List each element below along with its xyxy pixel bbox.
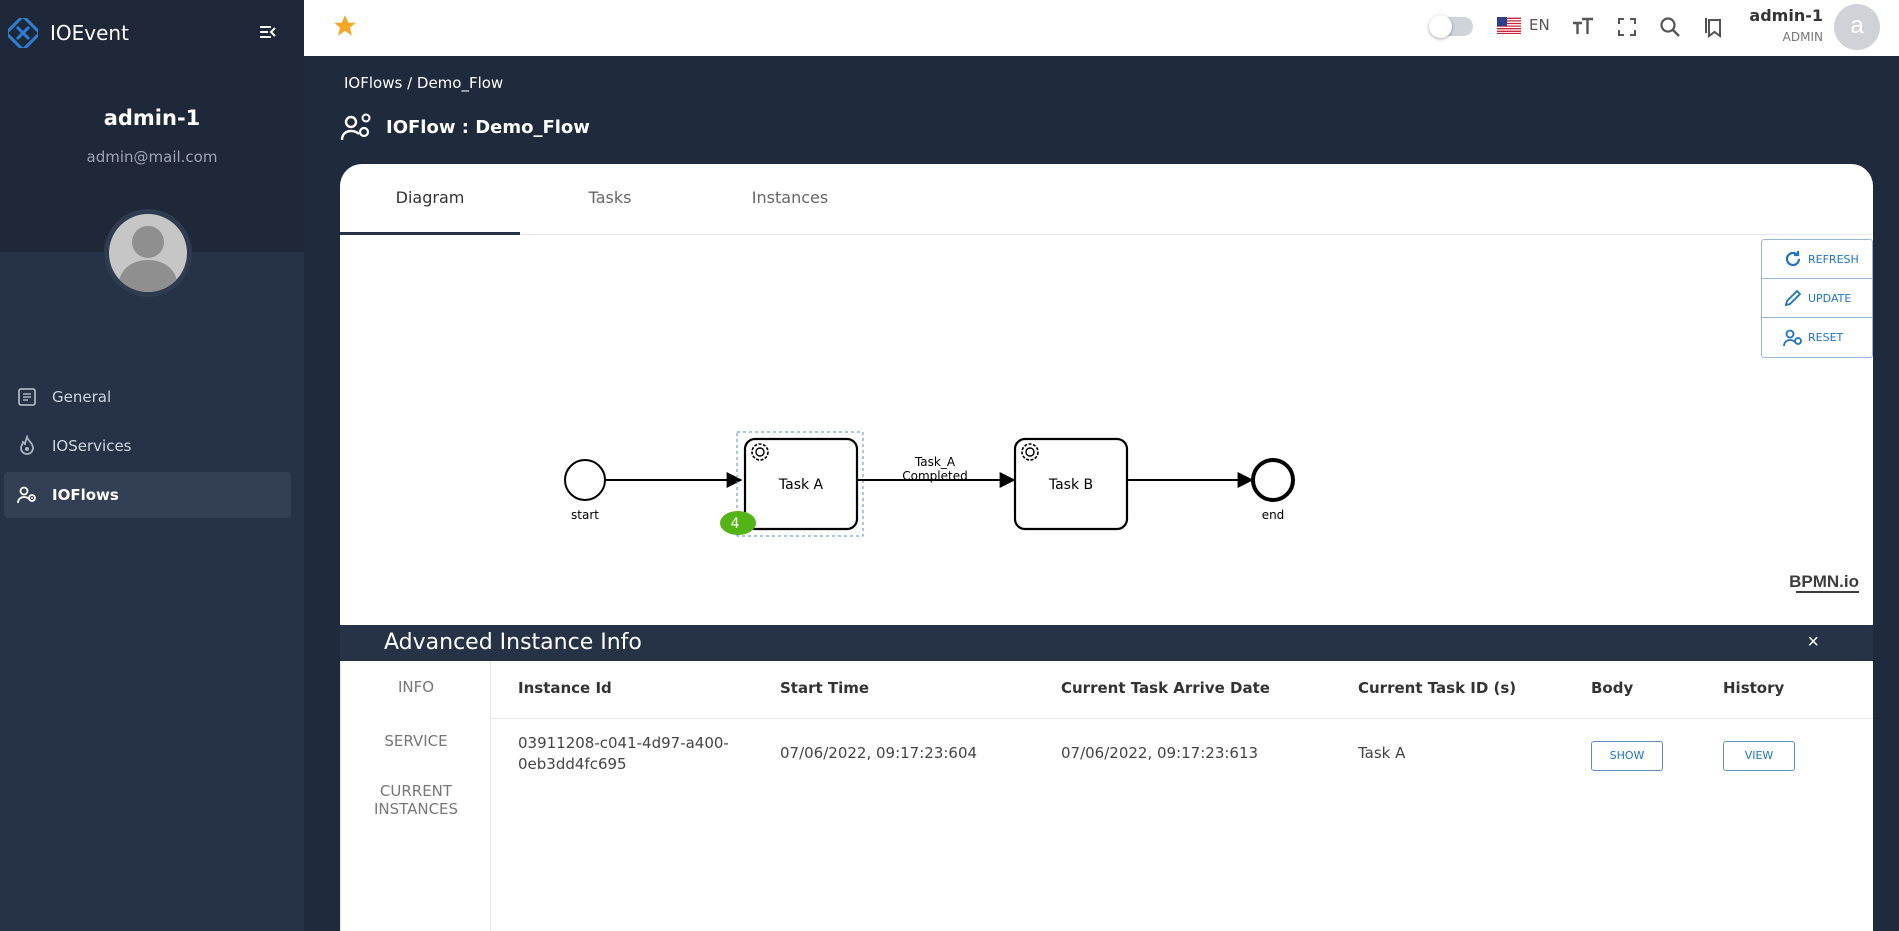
document-icon bbox=[18, 388, 36, 406]
start-time: 07/06/2022, 09:17:23:604 bbox=[780, 744, 978, 762]
users-gear-icon bbox=[340, 113, 371, 141]
flow-label: Task_A bbox=[914, 455, 956, 469]
sidebar-item-label: General bbox=[52, 388, 112, 406]
page-header: IOFlow : Demo_Flow bbox=[340, 112, 590, 142]
star-icon[interactable] bbox=[332, 13, 358, 39]
diagram-actions: REFRESH UPDATE RESET bbox=[1761, 239, 1873, 358]
column-header: Instance Id bbox=[518, 679, 612, 697]
instance-id-line1: 03911208-c041-4d97-a400- bbox=[518, 734, 729, 752]
text-size-icon[interactable] bbox=[1570, 14, 1596, 40]
end-label: end bbox=[1262, 508, 1285, 522]
page-title: IOFlow : Demo_Flow bbox=[386, 116, 590, 138]
users-gear-icon bbox=[1783, 329, 1802, 346]
token-count: 4 bbox=[731, 516, 740, 532]
pencil-icon bbox=[1784, 289, 1802, 307]
fullscreen-icon[interactable] bbox=[1614, 14, 1640, 40]
breadcrumb-current: Demo_Flow bbox=[416, 74, 504, 92]
end-event[interactable] bbox=[1251, 458, 1295, 502]
update-button[interactable]: UPDATE bbox=[1762, 279, 1872, 318]
brand[interactable]: IOEvent bbox=[8, 18, 129, 48]
profile-avatar bbox=[104, 209, 192, 297]
advanced-info-body: INFO SERVICE CURRENT INSTANCES Instance … bbox=[340, 661, 1873, 931]
update-label: UPDATE bbox=[1808, 291, 1852, 305]
bookmarks-icon[interactable] bbox=[1701, 14, 1727, 40]
arrive-date: 07/06/2022, 09:17:23:613 bbox=[1061, 744, 1259, 762]
tab-bar: Diagram Tasks Instances bbox=[340, 164, 1873, 235]
profile-email: admin@mail.com bbox=[86, 148, 218, 166]
show-body-button[interactable]: SHOW bbox=[1591, 741, 1663, 771]
breadcrumb-parent[interactable]: IOFlows bbox=[344, 74, 402, 92]
info-tab[interactable]: INFO bbox=[341, 678, 491, 696]
theme-toggle[interactable] bbox=[1429, 15, 1473, 38]
user-avatar[interactable]: a bbox=[1834, 4, 1880, 50]
advanced-info-header: Advanced Instance Info × bbox=[340, 625, 1873, 661]
breadcrumb: IOFlows / Demo_Flow bbox=[344, 74, 503, 92]
sidebar-item-ioservices[interactable]: IOServices bbox=[4, 423, 291, 469]
bpmn-canvas[interactable]: start Task A 4 Task_A Completed Task B e… bbox=[340, 236, 1873, 625]
tab-diagram[interactable]: Diagram bbox=[340, 164, 520, 235]
column-header: Current Task Arrive Date bbox=[1061, 679, 1270, 697]
reset-button[interactable]: RESET bbox=[1762, 318, 1872, 357]
brand-name: IOEvent bbox=[50, 21, 129, 45]
header-divider bbox=[491, 718, 1873, 719]
bpmn-diagram[interactable]: start Task A 4 Task_A Completed Task B e… bbox=[340, 236, 1873, 625]
current-task-ids: Task A bbox=[1358, 744, 1406, 762]
start-event[interactable] bbox=[564, 459, 606, 501]
sidebar-item-label: IOFlows bbox=[52, 486, 119, 504]
refresh-button[interactable]: REFRESH bbox=[1762, 240, 1872, 279]
breadcrumb-separator: / bbox=[402, 74, 417, 92]
toggle-knob bbox=[1429, 15, 1452, 38]
view-history-button[interactable]: VIEW bbox=[1723, 741, 1795, 771]
sidebar-item-ioflows[interactable]: IOFlows bbox=[4, 472, 291, 518]
flow-label: Completed bbox=[902, 469, 967, 483]
column-header: Current Task ID (s) bbox=[1358, 679, 1517, 697]
sidebar-item-label: IOServices bbox=[52, 437, 132, 455]
topbar: EN admin-1 ADMIN a bbox=[304, 0, 1899, 56]
bpmn-io-watermark[interactable]: BPMN.io bbox=[1789, 572, 1859, 591]
task-a-label: Task A bbox=[778, 477, 824, 493]
sidebar-nav: General IOServices IOFlows bbox=[4, 374, 291, 521]
advanced-info-title: Advanced Instance Info bbox=[384, 630, 642, 655]
current-instances-tab[interactable]: CURRENT INSTANCES bbox=[341, 782, 491, 818]
sidebar-item-general[interactable]: General bbox=[4, 374, 291, 420]
tab-instances[interactable]: Instances bbox=[700, 164, 880, 235]
collapse-menu-icon[interactable] bbox=[258, 22, 278, 42]
user-role: ADMIN bbox=[1782, 30, 1823, 44]
profile-name: admin-1 bbox=[103, 106, 201, 130]
start-label: start bbox=[571, 508, 599, 522]
ioevent-logo-icon bbox=[8, 18, 38, 48]
instance-id: 03911208-c041-4d97-a400- 0eb3dd4fc695 bbox=[518, 733, 729, 775]
service-tab[interactable]: SERVICE bbox=[341, 732, 491, 750]
instance-id-line2: 0eb3dd4fc695 bbox=[518, 755, 627, 773]
column-header: History bbox=[1723, 679, 1785, 697]
current-instances-label-line2: INSTANCES bbox=[373, 800, 459, 818]
user-name[interactable]: admin-1 bbox=[1749, 6, 1823, 25]
current-instances-label-line1: CURRENT bbox=[379, 782, 453, 800]
task-b-label: Task B bbox=[1048, 477, 1093, 493]
sidebar: IOEvent admin-1 admin@mail.com General I… bbox=[0, 0, 304, 931]
tab-tasks[interactable]: Tasks bbox=[520, 164, 700, 235]
refresh-label: REFRESH bbox=[1808, 252, 1859, 266]
fire-icon bbox=[20, 435, 34, 455]
search-icon[interactable] bbox=[1657, 14, 1683, 40]
content-card: Diagram Tasks Instances start Task A 4 T… bbox=[340, 164, 1873, 931]
language-label[interactable]: EN bbox=[1529, 16, 1550, 34]
us-flag-icon[interactable] bbox=[1497, 17, 1521, 34]
advanced-info-sidebar: INFO SERVICE CURRENT INSTANCES bbox=[340, 661, 491, 931]
close-icon[interactable]: × bbox=[1807, 631, 1819, 654]
reset-label: RESET bbox=[1808, 331, 1844, 344]
refresh-icon bbox=[1785, 251, 1801, 267]
column-header: Start Time bbox=[780, 679, 870, 697]
users-gear-icon bbox=[17, 486, 36, 504]
column-header: Body bbox=[1591, 679, 1634, 697]
user-silhouette-icon bbox=[117, 226, 179, 292]
